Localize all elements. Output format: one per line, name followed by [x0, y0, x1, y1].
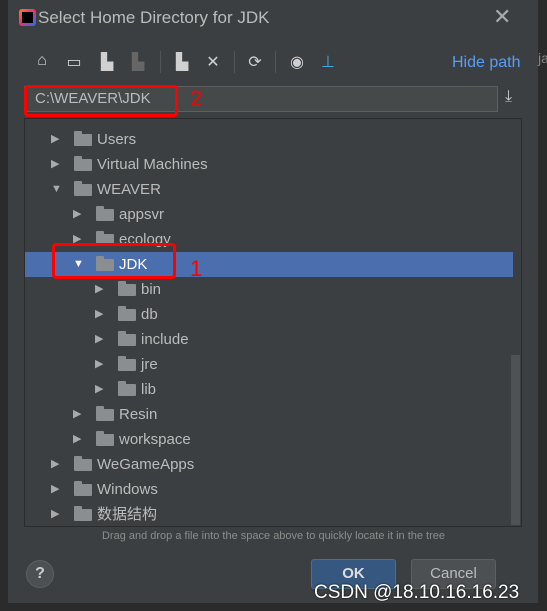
chevron-right-icon[interactable]: ▶ [51, 477, 59, 502]
chevron-right-icon[interactable]: ▶ [95, 277, 103, 302]
folder-icon [74, 481, 92, 496]
toolbar-separator [160, 51, 161, 73]
tree-row-label: Windows [97, 481, 158, 498]
chevron-right-icon[interactable]: ▶ [73, 202, 81, 227]
tree-row[interactable]: ▶ Windows [25, 477, 513, 502]
folder-icon [74, 156, 92, 171]
project-folder-icon[interactable]: ▙ [97, 52, 117, 72]
tree-row-label: lib [141, 381, 157, 398]
background-text: ja [538, 50, 547, 66]
tree-row-label: bin [141, 281, 162, 298]
chevron-right-icon[interactable]: ▶ [51, 127, 59, 152]
module-folder-icon: ▙ [131, 54, 145, 71]
tree-row-label: WEAVER [97, 181, 161, 198]
folder-icon [96, 406, 114, 421]
folder-icon [74, 506, 92, 521]
close-icon[interactable]: ✕ [493, 4, 511, 30]
annotation-label-1: 1 [190, 256, 203, 281]
tree-row[interactable]: ▶ db [25, 302, 513, 327]
chevron-right-icon[interactable]: ▶ [95, 377, 103, 402]
tree-row[interactable]: ▶ Resin [25, 402, 513, 427]
folder-icon [74, 181, 92, 196]
toolbar-separator [234, 51, 235, 73]
chevron-right-icon[interactable]: ▶ [95, 327, 103, 352]
tree-row-label: include [141, 331, 189, 348]
tree-row[interactable]: ▶ lib [25, 377, 513, 402]
folder-icon [118, 281, 136, 296]
folder-icon [118, 306, 136, 321]
tree-row[interactable]: ▶ WeGameApps [25, 452, 513, 477]
intellij-logo-icon [19, 9, 36, 26]
chevron-right-icon[interactable]: ▶ [73, 402, 81, 427]
folder-icon [118, 331, 136, 346]
tree-row[interactable]: ▶ include [25, 327, 513, 352]
download-icon[interactable]: ⤓ [505, 88, 512, 106]
home-icon[interactable]: ⌂ [32, 52, 52, 70]
tree-row-label: 数据结构 [97, 506, 158, 523]
add-jdk-icon[interactable]: ⊥ [318, 52, 338, 72]
folder-icon [74, 456, 92, 471]
tree-row[interactable]: ▶ workspace [25, 427, 513, 452]
annotation-box-1 [52, 243, 176, 279]
annotation-label-2: 2 [190, 86, 203, 111]
tree-row[interactable]: ▶ appsvr [25, 202, 513, 227]
dialog-title: Select Home Directory for JDK [38, 8, 270, 27]
new-folder-icon[interactable]: ▙ [172, 52, 192, 72]
tree-row-label: Resin [119, 406, 158, 423]
folder-icon [74, 131, 92, 146]
file-tree[interactable]: ▶ Users ▶ Virtual Machines ▼ WEAVER ▶ appsvr ▶ ec… [24, 118, 522, 527]
tree-row-label: Virtual Machines [97, 156, 208, 173]
hide-path-link[interactable]: Hide path [452, 54, 521, 72]
desktop-icon[interactable]: ▭ [64, 52, 84, 72]
tree-row[interactable]: ▶ 数据结构 [25, 502, 513, 526]
help-button[interactable]: ? [26, 560, 54, 588]
tree-row-label: db [141, 306, 158, 323]
folder-icon [118, 356, 136, 371]
chevron-right-icon[interactable]: ▶ [51, 502, 59, 526]
tree-row-label: workspace [119, 431, 191, 448]
refresh-icon[interactable]: ⟳ [245, 52, 265, 72]
tree-row-label: WeGameApps [97, 456, 195, 473]
chevron-right-icon[interactable]: ▶ [73, 427, 81, 452]
show-hidden-icon[interactable]: ◉ [287, 52, 307, 72]
tree-row-label: jre [141, 356, 158, 373]
folder-icon [118, 381, 136, 396]
tree-row-label: appsvr [119, 206, 165, 223]
chevron-down-icon[interactable]: ▼ [51, 177, 62, 202]
drag-drop-hint: Drag and drop a file into the space abov… [101, 530, 446, 542]
chevron-right-icon[interactable]: ▶ [95, 352, 103, 377]
watermark: CSDN @18.10.16.16.23 [314, 582, 520, 603]
tree-row[interactable]: ▶ bin [25, 277, 513, 302]
chevron-right-icon[interactable]: ▶ [51, 152, 59, 177]
folder-icon [96, 206, 114, 221]
tree-row[interactable]: ▼ WEAVER [25, 177, 513, 202]
toolbar-separator [275, 51, 276, 73]
tree-row-label: Users [97, 131, 137, 148]
annotation-box-2 [24, 85, 178, 117]
tree-row[interactable]: ▶ Virtual Machines [25, 152, 513, 177]
tree-row[interactable]: ▶ jre [25, 352, 513, 377]
tree-row[interactable]: ▶ Users [25, 127, 513, 152]
folder-icon [96, 431, 114, 446]
chevron-right-icon[interactable]: ▶ [95, 302, 103, 327]
delete-icon[interactable]: ✕ [203, 52, 223, 72]
chevron-right-icon[interactable]: ▶ [51, 452, 59, 477]
